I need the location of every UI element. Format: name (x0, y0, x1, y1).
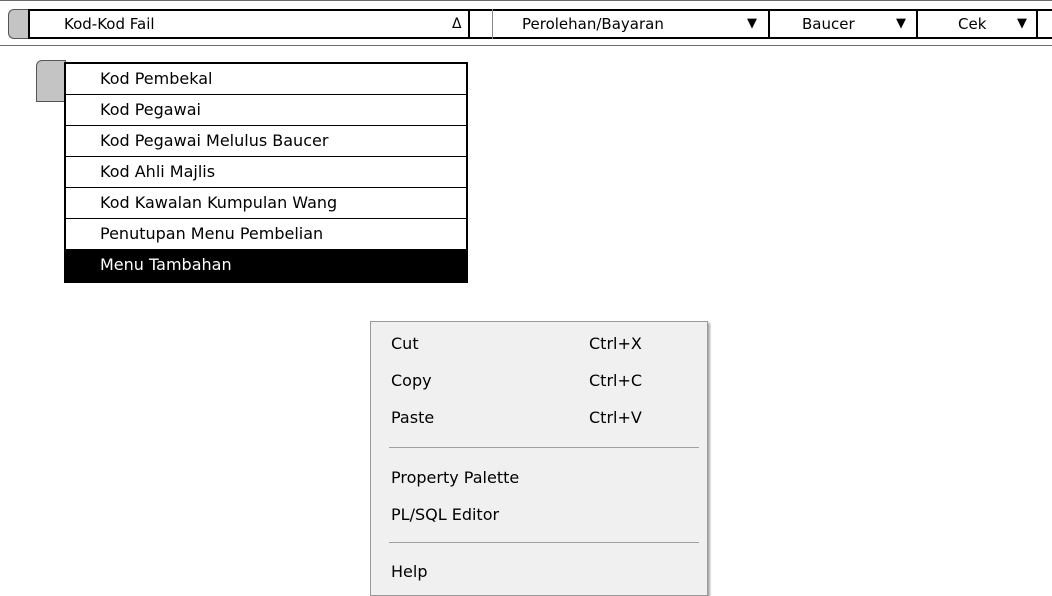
triangle-up-icon[interactable]: Δ (452, 11, 462, 37)
menu-bar-bottom-border (0, 45, 1052, 46)
menu-bar-left-tab (8, 9, 28, 39)
context-item-label: Copy (391, 371, 432, 390)
context-separator (389, 447, 699, 448)
context-item-label: Cut (391, 334, 419, 353)
menu-item-kod-pegawai[interactable]: Kod Pegawai (66, 95, 466, 126)
menu-item-menu-tambahan[interactable]: Menu Tambahan (66, 250, 466, 281)
context-item-help[interactable]: Help (391, 557, 701, 587)
context-item-plsql-editor[interactable]: PL/SQL Editor (391, 500, 701, 530)
menu-separator (1036, 9, 1038, 39)
context-item-label: Paste (391, 408, 435, 427)
menu-item-kod-ahli-majlis[interactable]: Kod Ahli Majlis (66, 157, 466, 188)
shortcut-label: Ctrl+V (589, 408, 642, 427)
shortcut-label: Ctrl+X (589, 334, 642, 353)
menu-cek[interactable]: Cek (958, 11, 986, 37)
dropdown-arrow-icon[interactable]: ▼ (896, 11, 906, 37)
menu-item-kod-pembekal[interactable]: Kod Pembekal (66, 64, 466, 95)
menu-separator (768, 9, 770, 39)
context-separator (389, 542, 699, 543)
kod-kod-fail-dropdown: Kod Pembekal Kod Pegawai Kod Pegawai Mel… (64, 62, 468, 283)
menu-bar-rule-bottom (28, 37, 1052, 39)
menu-bar-top-border (0, 0, 1052, 1)
dropdown-arrow-icon[interactable]: ▼ (1017, 11, 1027, 37)
menu-separator (28, 9, 30, 39)
context-item-paste[interactable]: Paste Ctrl+V (391, 403, 701, 433)
menu-separator (468, 9, 470, 39)
context-item-copy[interactable]: Copy Ctrl+C (391, 366, 701, 396)
context-item-property-palette[interactable]: Property Palette (391, 463, 701, 493)
menu-item-kod-pegawai-melulus-baucer[interactable]: Kod Pegawai Melulus Baucer (66, 126, 466, 157)
menu-kod-kod-fail[interactable]: Kod-Kod Fail (64, 11, 155, 37)
context-menu: Cut Ctrl+X Copy Ctrl+C Paste Ctrl+V Prop… (370, 321, 708, 596)
menu-separator (916, 9, 918, 39)
menu-item-penutupan-menu-pembelian[interactable]: Penutupan Menu Pembelian (66, 219, 466, 250)
dropdown-tab (36, 60, 66, 102)
context-item-cut[interactable]: Cut Ctrl+X (391, 329, 701, 359)
menu-bar: Kod-Kod Fail Δ Perolehan/Bayaran ▼ Bauce… (0, 0, 1052, 46)
dropdown-arrow-icon[interactable]: ▼ (747, 11, 757, 37)
menu-baucer[interactable]: Baucer (802, 11, 855, 37)
menu-item-kod-kawalan-kumpulan-wang[interactable]: Kod Kawalan Kumpulan Wang (66, 188, 466, 219)
menu-separator (492, 9, 493, 39)
shortcut-label: Ctrl+C (589, 371, 643, 390)
menu-perolehan-bayaran[interactable]: Perolehan/Bayaran (522, 11, 664, 37)
